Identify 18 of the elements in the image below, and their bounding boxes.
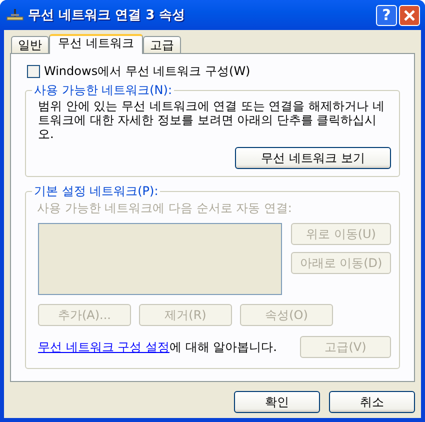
dialog-button[interactable]: 취소 (329, 391, 415, 413)
help-button[interactable]: ? (376, 4, 397, 26)
window-title: 무선 네트워크 연결 3 속성 (28, 7, 186, 24)
learn-more-text: 무선 네트워크 구성 설정에 대해 알아봅니다. (38, 339, 277, 356)
checkbox-label: Windows에서 무선 네트워크 구성(W) (44, 63, 250, 80)
group-title: 기본 설정 네트워크(P): (33, 183, 160, 200)
tab[interactable]: 일반 (11, 36, 49, 53)
tab[interactable]: 무선 네트워크 (49, 34, 143, 54)
network-icon (6, 7, 24, 23)
view-networks-button[interactable]: 무선 네트워크 보기 (235, 147, 391, 169)
group-title: 사용 가능한 네트워크(N): (33, 82, 174, 99)
tab[interactable]: 고급 (142, 36, 181, 53)
description-text: 범위 안에 있는 무선 네트워크에 연결 또는 연결을 해제하거나 네트워크에 대한 자세한 정보를 보려면 아래의 단추를 클릭하십시오. (38, 99, 386, 141)
close-button[interactable] (399, 4, 420, 26)
close-icon (403, 8, 416, 22)
hint-text: 사용 가능한 네트워크에 다음 순서로 자동 연결: (37, 200, 293, 217)
checkbox[interactable] (27, 65, 40, 78)
dialog-button[interactable]: 확인 (234, 391, 320, 413)
